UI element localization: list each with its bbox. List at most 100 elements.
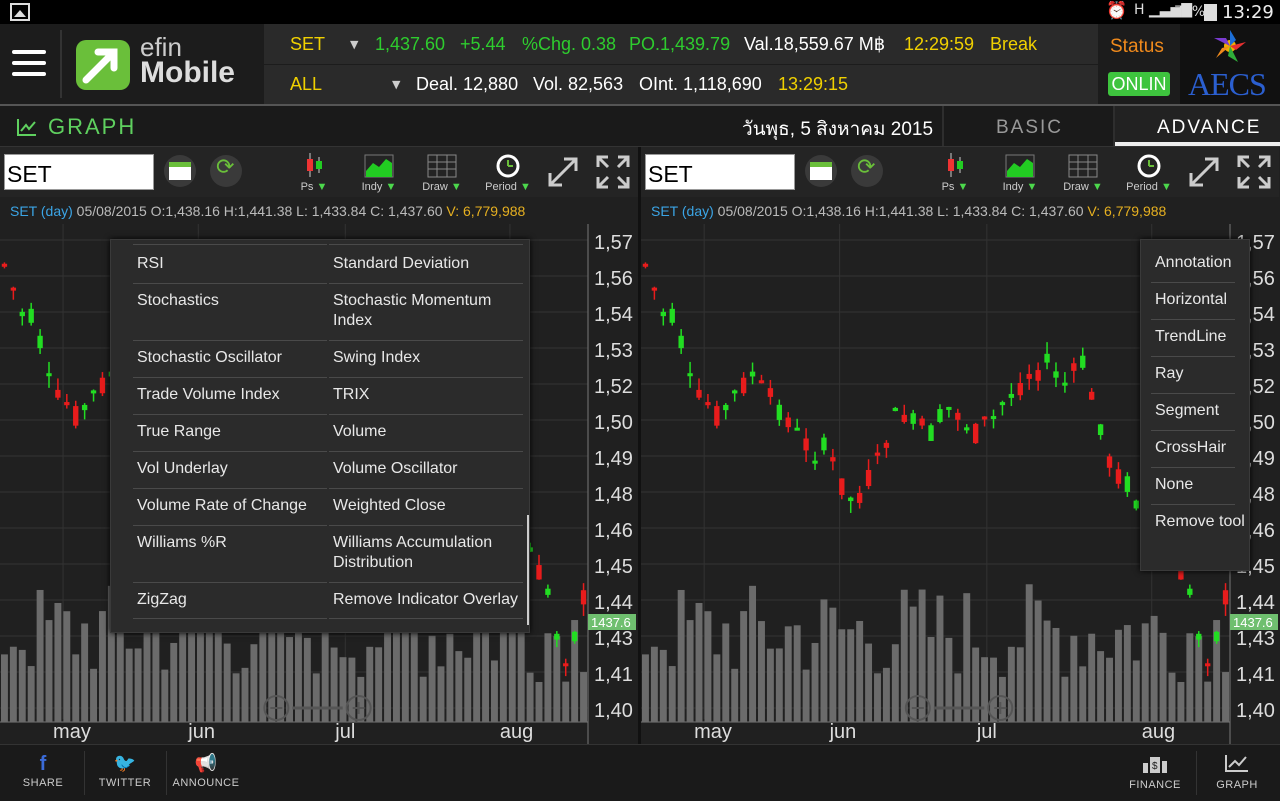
ps-tool-left[interactable]: Ps ▼ <box>290 151 338 195</box>
indicator-menu-item[interactable]: TRIX <box>333 385 519 405</box>
indicator-menu-item[interactable]: RSI <box>137 254 317 274</box>
volume-bar <box>775 648 783 722</box>
fullscreen-button-right[interactable] <box>1237 155 1271 189</box>
menu-divider <box>329 525 523 526</box>
candle-body <box>660 311 666 317</box>
indicator-menu-item[interactable]: Standard Deviation <box>333 254 519 274</box>
draw-grid-icon <box>1068 154 1098 178</box>
candle-body <box>696 389 702 398</box>
period-tool-right[interactable]: Period ▼ <box>1125 151 1173 195</box>
y-axis-tick-label: 1,46 <box>594 520 633 542</box>
twitter-button[interactable]: 🐦 TWITTER <box>90 753 160 789</box>
draw-tool-menu-item[interactable]: Annotation <box>1155 253 1245 273</box>
indicator-menu-item[interactable]: True Range <box>137 422 317 442</box>
board-dropdown-icon[interactable]: ▼ <box>392 78 400 91</box>
volume-bar <box>1043 620 1051 722</box>
calendar-button-right[interactable] <box>805 155 837 187</box>
indicator-menu-item[interactable]: Volume <box>333 422 519 442</box>
indicator-menu-item[interactable]: Swing Index <box>333 348 519 368</box>
volume-bar <box>1097 651 1105 722</box>
board-selector[interactable]: ALL <box>290 74 322 95</box>
candle-body <box>812 460 818 464</box>
ohlc-values: 05/08/2015 O:1,438.16 H:1,441.38 L: 1,43… <box>76 203 443 219</box>
indicator-tool-left[interactable]: Indy ▼ <box>355 151 403 195</box>
calendar-icon <box>810 162 832 180</box>
symbol-input-right[interactable]: SET <box>645 154 795 190</box>
finance-button[interactable]: $ FINANCE <box>1120 753 1190 791</box>
fullscreen-button-left[interactable] <box>596 155 630 189</box>
expand-button-right[interactable] <box>1187 155 1221 189</box>
candle-body <box>705 402 711 406</box>
draw-tool-menu-item[interactable]: None <box>1155 475 1245 495</box>
volume-bar <box>650 646 658 722</box>
indicator-menu-item[interactable]: Volume Oscillator <box>333 459 519 479</box>
indicator-menu-item[interactable]: Remove Indicator Overlay <box>333 590 519 610</box>
y-axis-tick-label: 1,52 <box>594 376 633 398</box>
candle-body <box>901 414 907 422</box>
refresh-button-left[interactable]: ⟳ <box>210 155 242 187</box>
y-axis-tick-label: 1,43 <box>1236 628 1275 650</box>
graph-button[interactable]: GRAPH <box>1202 753 1272 791</box>
refresh-button-right[interactable]: ⟳ <box>851 155 883 187</box>
broker-logo: AECS <box>1180 24 1280 104</box>
volume-bar <box>1070 635 1078 722</box>
volume-bar <box>437 666 445 722</box>
indicator-menu-item[interactable]: Weighted Close <box>333 496 519 516</box>
server-time: 13:29:15 <box>778 74 849 94</box>
connection-status-badge: ONLIN <box>1108 72 1170 96</box>
draw-tool-menu-item[interactable]: CrossHair <box>1155 438 1245 458</box>
expand-button-left[interactable] <box>546 155 580 189</box>
draw-tool-menu-item[interactable]: Ray <box>1155 364 1245 384</box>
volume-bar <box>1052 627 1060 722</box>
indicator-menu-item[interactable]: Trade Volume Index <box>137 385 317 405</box>
draw-tool-left[interactable]: Draw ▼ <box>418 151 466 195</box>
symbol-input-left[interactable]: SET <box>4 154 154 190</box>
volume-bar <box>535 681 543 722</box>
menu-divider <box>133 618 327 619</box>
draw-tool-menu-item[interactable]: Horizontal <box>1155 290 1245 310</box>
indicator-menu-item[interactable]: ZigZag <box>137 590 317 610</box>
indicator-menu-item[interactable]: Stochastic Oscillator <box>137 348 317 368</box>
draw-tool-menu-item[interactable]: Remove tool <box>1155 512 1245 532</box>
volume-bar <box>491 660 498 722</box>
share-button[interactable]: f SHARE <box>8 753 78 789</box>
menu-scrollbar[interactable] <box>527 515 529 625</box>
indicator-menu-item[interactable]: Williams %R <box>137 533 317 553</box>
draw-tool-menu-item[interactable]: Segment <box>1155 401 1245 421</box>
menu-divider <box>1151 430 1235 431</box>
calendar-button-left[interactable] <box>164 155 196 187</box>
tab-advance[interactable]: ADVANCE <box>1157 117 1261 139</box>
volume-bar <box>642 654 649 722</box>
deal-count: Deal. 12,880 <box>416 74 519 94</box>
candle-body <box>55 389 61 398</box>
candle-body <box>554 633 560 640</box>
volume-bar <box>27 666 35 722</box>
announce-button[interactable]: 📢 ANNOUNCE <box>171 753 241 789</box>
volume-bar <box>1079 666 1087 722</box>
tab-basic[interactable]: BASIC <box>996 117 1063 139</box>
market-selector[interactable]: SET <box>290 34 325 55</box>
draw-tool-right[interactable]: Draw ▼ <box>1059 151 1107 195</box>
volume-bar <box>18 649 26 722</box>
index-pct-change: %Chg. 0.38 <box>522 34 617 54</box>
indicator-tool-right[interactable]: Indy ▼ <box>996 151 1044 195</box>
tab-advance-container[interactable]: ADVANCE <box>1113 106 1280 146</box>
indicator-menu-item[interactable]: Stochastics <box>137 291 317 311</box>
indy-tool-label: Indy <box>1002 181 1024 193</box>
draw-tool-menu-item[interactable]: TrendLine <box>1155 327 1245 347</box>
indicator-menu-item[interactable]: Volume Rate of Change <box>137 496 317 516</box>
calendar-icon <box>169 162 191 180</box>
candle-body <box>803 438 809 451</box>
ps-tool-right[interactable]: Ps ▼ <box>931 151 979 195</box>
indicator-menu-item[interactable]: Stochastic Momentum Index <box>333 291 519 331</box>
volume-bar <box>116 621 124 722</box>
period-tool-left[interactable]: Period ▼ <box>484 151 532 195</box>
x-axis-month-label: aug <box>500 721 533 743</box>
market-dropdown-icon[interactable]: ▼ <box>350 38 358 51</box>
indicator-menu-item[interactable]: Williams Accumulation Distribution <box>333 533 519 573</box>
volume-bar <box>1168 672 1176 722</box>
hamburger-menu-button[interactable] <box>12 50 46 78</box>
indicator-menu-item[interactable]: Vol Underlay <box>137 459 317 479</box>
graph-icon <box>17 119 36 136</box>
volume-bar <box>758 621 765 722</box>
